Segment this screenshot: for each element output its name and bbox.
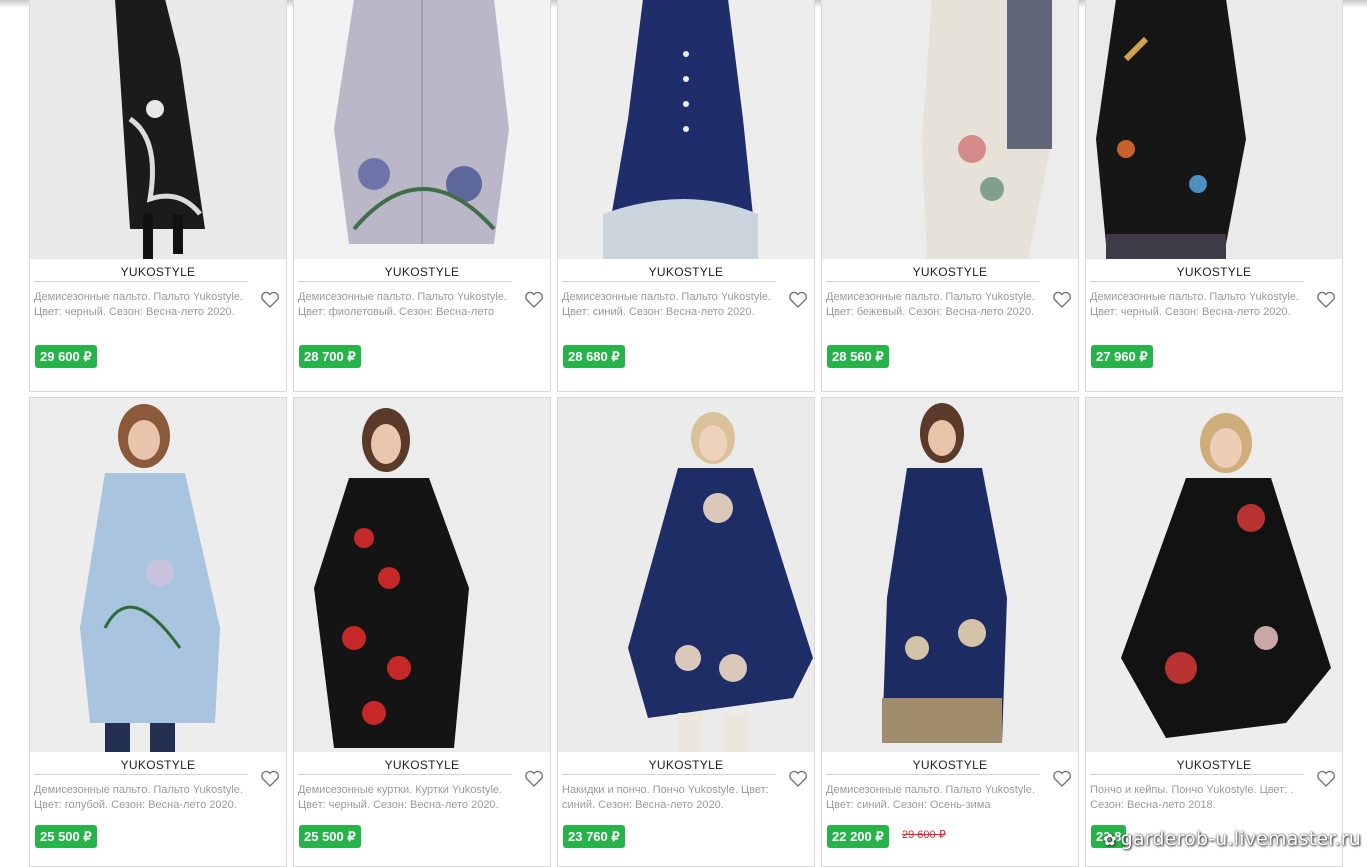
flower-icon: ✿	[1103, 830, 1117, 849]
product-card[interactable]: YUKOSTYLE Демисезонные куртки. Куртки Yu…	[293, 397, 551, 867]
price-badge: 25 500 ₽	[299, 825, 361, 848]
brand-label[interactable]: YUKOSTYLE	[1086, 752, 1342, 774]
heart-outline-icon[interactable]	[788, 770, 808, 788]
watermark-text: garderob-u.livemaster.ru	[1120, 828, 1361, 850]
product-card[interactable]: YUKOSTYLE Демисезонные пальто. Пальто Yu…	[821, 397, 1079, 867]
product-grid: YUKOSTYLE Демисезонные пальто. Пальто Yu…	[0, 0, 1367, 867]
heart-outline-icon[interactable]	[1052, 291, 1072, 309]
brand-label[interactable]: YUKOSTYLE	[30, 259, 286, 281]
product-photo[interactable]	[30, 0, 286, 259]
product-description[interactable]: Демисезонные пальто. Пальто Yukostyle. Ц…	[1086, 282, 1342, 320]
product-photo[interactable]	[30, 398, 286, 752]
brand-label[interactable]: YUKOSTYLE	[558, 752, 814, 774]
brand-label[interactable]: YUKOSTYLE	[294, 752, 550, 774]
product-card[interactable]: YUKOSTYLE Демисезонные пальто. Пальто Yu…	[293, 0, 551, 392]
heart-outline-icon[interactable]	[1316, 770, 1336, 788]
price-badge: 29 600 ₽	[35, 345, 97, 368]
product-photo[interactable]	[558, 398, 814, 752]
product-card[interactable]: YUKOSTYLE Пончо и кейпы. Пончо Yukostyle…	[1085, 397, 1343, 867]
product-photo[interactable]	[294, 398, 550, 752]
site-watermark: ✿ garderob-u.livemaster.ru	[1103, 828, 1361, 850]
price-badge: 28 700 ₽	[299, 345, 361, 368]
price-badge: 27 960 ₽	[1091, 345, 1153, 368]
product-description[interactable]: Пончо и кейпы. Пончо Yukostyle. Цвет: . …	[1086, 775, 1342, 813]
product-card[interactable]: YUKOSTYLE Демисезонные пальто. Пальто Yu…	[1085, 0, 1343, 392]
product-card[interactable]: YUKOSTYLE Демисезонные пальто. Пальто Yu…	[29, 0, 287, 392]
price-badge: 28 560 ₽	[827, 345, 889, 368]
product-photo[interactable]	[294, 0, 550, 259]
product-photo[interactable]	[1086, 398, 1342, 752]
product-photo[interactable]	[1086, 0, 1342, 259]
price-badge: 23 760 ₽	[563, 825, 625, 848]
product-photo[interactable]	[558, 0, 814, 259]
heart-outline-icon[interactable]	[1316, 291, 1336, 309]
product-description[interactable]: Демисезонные пальто. Пальто Yukostyle. Ц…	[30, 282, 286, 320]
heart-outline-icon[interactable]	[1052, 770, 1072, 788]
product-photo[interactable]	[822, 0, 1078, 259]
old-price: 29 600 ₽	[902, 829, 946, 841]
product-description[interactable]: Демисезонные пальто. Пальто Yukostyle. Ц…	[822, 282, 1078, 320]
product-description[interactable]: Демисезонные пальто. Пальто Yukostyle. Ц…	[558, 282, 814, 320]
product-card[interactable]: YUKOSTYLE Накидки и пончо. Пончо Yukosty…	[557, 397, 815, 867]
brand-label[interactable]: YUKOSTYLE	[558, 259, 814, 281]
heart-outline-icon[interactable]	[788, 291, 808, 309]
brand-label[interactable]: YUKOSTYLE	[30, 752, 286, 774]
price-badge: 28 680 ₽	[563, 345, 625, 368]
product-card[interactable]: YUKOSTYLE Демисезонные пальто. Пальто Yu…	[29, 397, 287, 867]
heart-outline-icon[interactable]	[524, 770, 544, 788]
product-description[interactable]: Демисезонные пальто. Пальто Yukostyle. Ц…	[822, 775, 1078, 813]
heart-outline-icon[interactable]	[524, 291, 544, 309]
brand-label[interactable]: YUKOSTYLE	[822, 752, 1078, 774]
product-card[interactable]: YUKOSTYLE Демисезонные пальто. Пальто Yu…	[557, 0, 815, 392]
heart-outline-icon[interactable]	[260, 291, 280, 309]
product-description[interactable]: Накидки и пончо. Пончо Yukostyle. Цвет: …	[558, 775, 814, 813]
product-description[interactable]: Демисезонные пальто. Пальто Yukostyle. Ц…	[294, 282, 550, 320]
brand-label[interactable]: YUKOSTYLE	[822, 259, 1078, 281]
product-card[interactable]: YUKOSTYLE Демисезонные пальто. Пальто Yu…	[821, 0, 1079, 392]
brand-label[interactable]: YUKOSTYLE	[1086, 259, 1342, 281]
product-description[interactable]: Демисезонные куртки. Куртки Yukostyle. Ц…	[294, 775, 550, 813]
heart-outline-icon[interactable]	[260, 770, 280, 788]
brand-label[interactable]: YUKOSTYLE	[294, 259, 550, 281]
price-badge: 25 500 ₽	[35, 825, 97, 848]
price-badge: 22 200 ₽	[827, 825, 889, 848]
product-photo[interactable]	[822, 398, 1078, 752]
product-description[interactable]: Демисезонные пальто. Пальто Yukostyle. Ц…	[30, 775, 286, 813]
